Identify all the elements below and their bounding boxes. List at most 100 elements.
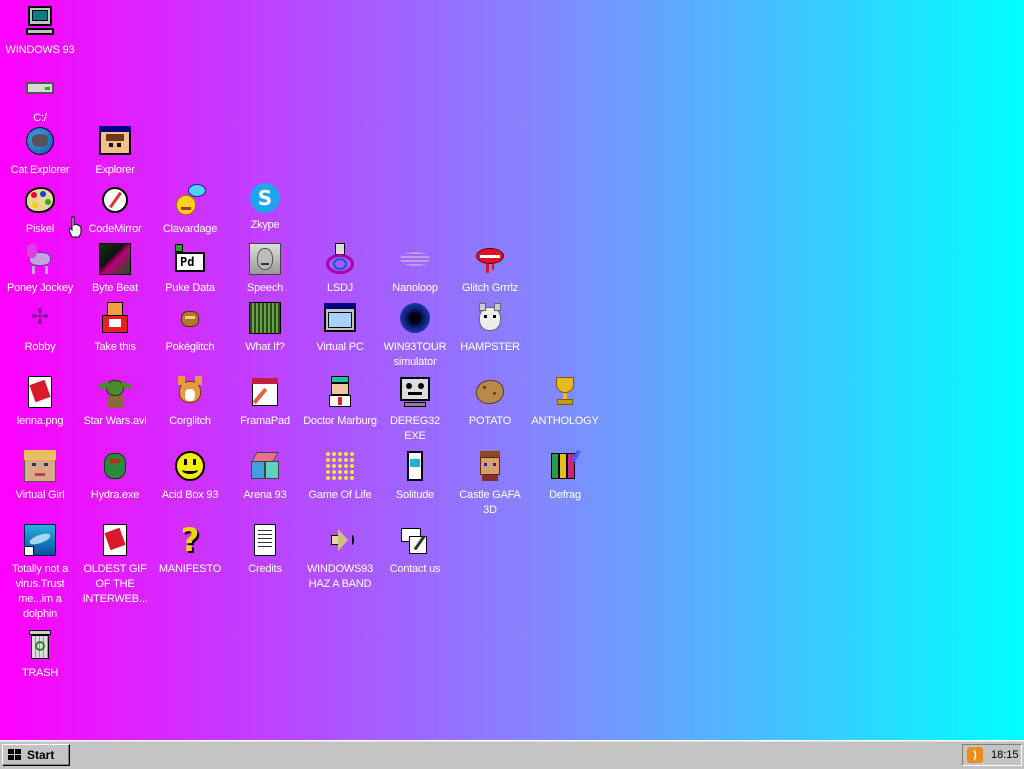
desktop-icon-piskel[interactable]: Piskel <box>3 183 77 237</box>
desktop-icon-contact-us[interactable]: Contact us <box>378 523 452 577</box>
desktop-icon-virtual-pc[interactable]: Virtual PC <box>303 301 377 355</box>
desktop-icon-label: Puke Data <box>165 282 215 294</box>
codemirror-icon <box>98 183 132 217</box>
desktop-icon-codemirror[interactable]: CodeMirror <box>78 183 152 237</box>
desktop-icon-band[interactable]: WINDOWS93 HAZ A BAND <box>303 523 377 592</box>
desktop-icon-take-this[interactable]: Take this <box>78 301 152 355</box>
desktop-icon-solitude[interactable]: Solitude <box>378 449 452 503</box>
corgi-icon <box>173 375 207 409</box>
dereg-icon <box>398 375 432 409</box>
desktop: WINDOWS 93 C:/ Cat Explorer Explorer Pis… <box>0 0 1024 740</box>
hydra-icon <box>98 449 132 483</box>
desktop-icon-label: WINDOWS 93 <box>5 44 75 56</box>
desktop-icon-win93tour[interactable]: WIN93TOUR simulator <box>378 301 452 370</box>
desktop-icon-framapad[interactable]: FramaPad <box>228 375 302 429</box>
desktop-icon-lenna-png[interactable]: lenna.png <box>3 375 77 429</box>
desktop-icon-byte-beat[interactable]: Byte Beat <box>78 242 152 296</box>
desktop-icon-label: Glitch Grrrlz <box>461 282 519 294</box>
bytebeat-icon <box>98 242 132 276</box>
desktop-icon-label: Hydra.exe <box>90 489 140 501</box>
whatif-icon <box>248 301 282 335</box>
start-button[interactable]: Start <box>2 744 70 766</box>
desktop-icon-dolphin[interactable]: Totally not a virus.Trust me...im a dolp… <box>3 523 77 622</box>
desktop-icon-credits[interactable]: Credits <box>228 523 302 577</box>
desktop-icon-game-of-life[interactable]: Game Of Life <box>303 449 377 503</box>
desktop-icon-label: OLDEST GIF OF THE INTERWEB... <box>82 563 148 605</box>
system-tray: ) 18:15 <box>962 744 1022 766</box>
nanoloop-icon <box>398 242 432 276</box>
question-icon: ? <box>180 521 200 559</box>
taskbar: Start ) 18:15 <box>0 740 1024 769</box>
virtual-girl-icon <box>23 449 57 483</box>
desktop-icon-label: Solitude <box>395 489 435 501</box>
desktop-icon-poney-jockey[interactable]: Poney Jockey <box>3 242 77 296</box>
explorer-window-icon <box>98 124 132 158</box>
desktop-icon-arena-93[interactable]: Arena 93 <box>228 449 302 503</box>
desktop-icon-label: MANIFESTO <box>158 563 222 575</box>
contact-icon <box>398 523 432 557</box>
desktop-icon-windows93[interactable]: WINDOWS 93 <box>3 4 77 58</box>
desktop-icon-label: CodeMirror <box>88 223 142 235</box>
desktop-icon-oldest-gif[interactable]: OLDEST GIF OF THE INTERWEB... <box>78 523 152 607</box>
rss-icon[interactable]: ) <box>967 747 983 763</box>
desktop-icon-label: lenna.png <box>16 415 64 427</box>
lips-icon <box>473 242 507 276</box>
desktop-icon-puke-data[interactable]: Pd Puke Data <box>153 242 227 296</box>
desktop-icon-castle-gafa[interactable]: Castle GAFA 3D <box>453 449 527 518</box>
trash-icon <box>23 627 57 661</box>
desktop-icon-what-if[interactable]: What If? <box>228 301 302 355</box>
desktop-icon-clavardage[interactable]: Clavardage <box>153 183 227 237</box>
desktop-icon-label: Acid Box 93 <box>161 489 219 501</box>
desktop-icon-label: Virtual PC <box>316 341 364 353</box>
desktop-icon-glitch-grrrlz[interactable]: Glitch Grrrlz <box>453 242 527 296</box>
desktop-icon-defrag[interactable]: Defrag <box>528 449 602 503</box>
framapad-icon <box>248 375 282 409</box>
desktop-icon-label: FramaPad <box>240 415 290 427</box>
desktop-icon-lsdj[interactable]: LSDJ <box>303 242 377 296</box>
tour-icon <box>398 301 432 335</box>
zkype-icon: S <box>250 183 280 213</box>
desktop-icon-pokeglitch[interactable]: Pokéglitch <box>153 301 227 355</box>
desktop-icon-trash[interactable]: TRASH <box>3 627 77 681</box>
desktop-icon-label: Byte Beat <box>92 282 138 294</box>
palette-icon <box>23 183 57 217</box>
desktop-icon-label: TRASH <box>21 667 59 679</box>
desktop-icon-hydra[interactable]: Hydra.exe <box>78 449 152 503</box>
desktop-icon-doctor-marburg[interactable]: Doctor Marburg <box>303 375 377 429</box>
desktop-icon-dereg32[interactable]: DEREG32 EXE <box>378 375 452 444</box>
desktop-icon-label: Explorer <box>95 164 135 176</box>
desktop-icon-label: Game Of Life <box>308 489 372 501</box>
desktop-icon-label: Poney Jockey <box>6 282 74 294</box>
desktop-icon-c-drive[interactable]: C:/ <box>3 72 77 126</box>
desktop-icon-label: Zkype <box>250 219 280 231</box>
desktop-icon-explorer[interactable]: Explorer <box>78 124 152 178</box>
desktop-icon-label: Doctor Marburg <box>303 415 377 427</box>
clock: 18:15 <box>991 749 1019 761</box>
desktop-icon-label: Piskel <box>25 223 55 235</box>
trophy-icon <box>548 375 582 409</box>
desktop-icon-robby[interactable]: ✢ Robby <box>3 301 77 355</box>
desktop-icon-star-wars[interactable]: Star Wars.avi <box>78 375 152 429</box>
desktop-icon-label: Pokéglitch <box>165 341 215 353</box>
document-icon <box>248 523 282 557</box>
desktop-icon-nanoloop[interactable]: Nanoloop <box>378 242 452 296</box>
desktop-icon-zkype[interactable]: S Zkype <box>228 183 302 233</box>
desktop-icon-speech[interactable]: Speech <box>228 242 302 296</box>
desktop-icon-manifesto[interactable]: ? MANIFESTO <box>153 523 227 577</box>
desktop-icon-label: Contact us <box>389 563 441 575</box>
desktop-icon-label: Clavardage <box>162 223 218 235</box>
castle-icon <box>473 449 507 483</box>
windows-logo-icon <box>8 749 21 760</box>
desktop-icon-potato[interactable]: POTATO <box>453 375 527 429</box>
desktop-icon-label: HAMPSTER <box>460 341 520 353</box>
desktop-icon-label: DEREG32 EXE <box>390 415 440 442</box>
desktop-icon-cat-explorer[interactable]: Cat Explorer <box>3 124 77 178</box>
desktop-icon-label: Defrag <box>549 489 581 501</box>
desktop-icon-acid-box[interactable]: Acid Box 93 <box>153 449 227 503</box>
desktop-icon-hampster[interactable]: HAMPSTER <box>453 301 527 355</box>
desktop-icon-virtual-girl[interactable]: Virtual Girl <box>3 449 77 503</box>
chat-icon <box>173 183 207 217</box>
desktop-icon-corglitch[interactable]: Corglitch <box>153 375 227 429</box>
game-of-life-icon <box>323 449 357 483</box>
desktop-icon-anthology[interactable]: ANTHOLOGY <box>528 375 602 429</box>
